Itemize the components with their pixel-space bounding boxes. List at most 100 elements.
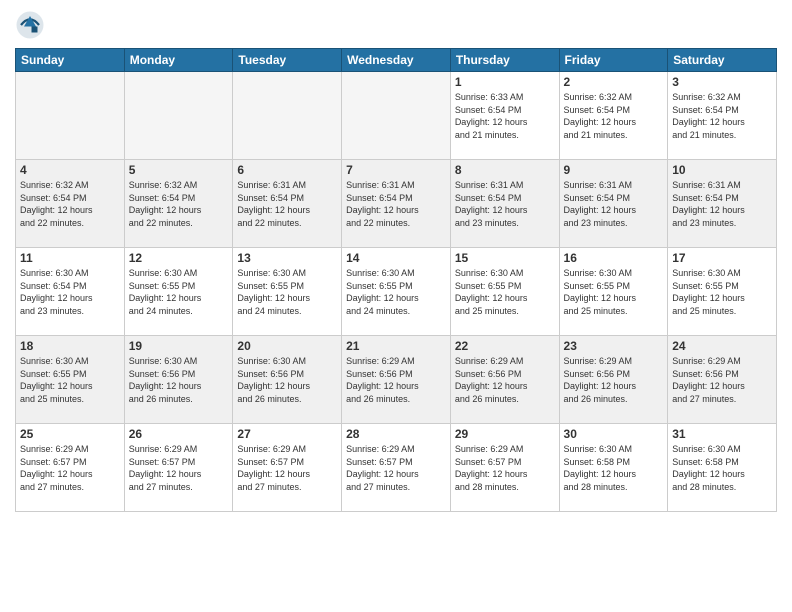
day-info: Sunrise: 6:30 AM Sunset: 6:55 PM Dayligh… xyxy=(237,267,337,317)
day-number: 22 xyxy=(455,339,555,353)
day-number: 5 xyxy=(129,163,229,177)
day-number: 10 xyxy=(672,163,772,177)
day-header-wednesday: Wednesday xyxy=(342,49,451,72)
day-info: Sunrise: 6:30 AM Sunset: 6:56 PM Dayligh… xyxy=(129,355,229,405)
day-info: Sunrise: 6:30 AM Sunset: 6:55 PM Dayligh… xyxy=(346,267,446,317)
calendar-week-row: 4 Sunrise: 6:32 AM Sunset: 6:54 PM Daylig… xyxy=(16,160,777,248)
day-number: 19 xyxy=(129,339,229,353)
day-header-tuesday: Tuesday xyxy=(233,49,342,72)
day-number: 3 xyxy=(672,75,772,89)
day-number: 21 xyxy=(346,339,446,353)
day-header-friday: Friday xyxy=(559,49,668,72)
day-info: Sunrise: 6:29 AM Sunset: 6:56 PM Dayligh… xyxy=(672,355,772,405)
day-info: Sunrise: 6:30 AM Sunset: 6:55 PM Dayligh… xyxy=(564,267,664,317)
day-info: Sunrise: 6:29 AM Sunset: 6:56 PM Dayligh… xyxy=(346,355,446,405)
calendar-day-cell: 23 Sunrise: 6:29 AM Sunset: 6:56 PM Dayli… xyxy=(559,336,668,424)
day-info: Sunrise: 6:30 AM Sunset: 6:55 PM Dayligh… xyxy=(129,267,229,317)
page-header xyxy=(15,10,777,40)
day-number: 8 xyxy=(455,163,555,177)
day-number: 7 xyxy=(346,163,446,177)
day-info: Sunrise: 6:30 AM Sunset: 6:55 PM Dayligh… xyxy=(672,267,772,317)
calendar-day-cell xyxy=(233,72,342,160)
calendar-week-row: 18 Sunrise: 6:30 AM Sunset: 6:55 PM Dayli… xyxy=(16,336,777,424)
calendar-day-cell: 18 Sunrise: 6:30 AM Sunset: 6:55 PM Dayli… xyxy=(16,336,125,424)
calendar-day-cell: 5 Sunrise: 6:32 AM Sunset: 6:54 PM Daylig… xyxy=(124,160,233,248)
calendar-day-cell: 21 Sunrise: 6:29 AM Sunset: 6:56 PM Dayli… xyxy=(342,336,451,424)
day-info: Sunrise: 6:31 AM Sunset: 6:54 PM Dayligh… xyxy=(455,179,555,229)
day-info: Sunrise: 6:31 AM Sunset: 6:54 PM Dayligh… xyxy=(237,179,337,229)
day-info: Sunrise: 6:30 AM Sunset: 6:58 PM Dayligh… xyxy=(672,443,772,493)
calendar-day-cell: 15Sunrise: 6:30 AM Sunset: 6:55 PM Dayli… xyxy=(450,248,559,336)
calendar-day-cell: 30 Sunrise: 6:30 AM Sunset: 6:58 PM Dayli… xyxy=(559,424,668,512)
day-info: Sunrise: 6:30 AM Sunset: 6:56 PM Dayligh… xyxy=(237,355,337,405)
calendar-day-cell: 11Sunrise: 6:30 AM Sunset: 6:54 PM Dayli… xyxy=(16,248,125,336)
day-number: 12 xyxy=(129,251,229,265)
day-header-sunday: Sunday xyxy=(16,49,125,72)
day-number: 6 xyxy=(237,163,337,177)
day-info: Sunrise: 6:29 AM Sunset: 6:57 PM Dayligh… xyxy=(237,443,337,493)
day-number: 27 xyxy=(237,427,337,441)
calendar-day-cell: 2Sunrise: 6:32 AM Sunset: 6:54 PM Daylig… xyxy=(559,72,668,160)
day-number: 16 xyxy=(564,251,664,265)
logo-icon xyxy=(15,10,45,40)
calendar-day-cell: 28 Sunrise: 6:29 AM Sunset: 6:57 PM Dayli… xyxy=(342,424,451,512)
calendar-week-row: 25 Sunrise: 6:29 AM Sunset: 6:57 PM Dayli… xyxy=(16,424,777,512)
calendar-day-cell: 13 Sunrise: 6:30 AM Sunset: 6:55 PM Dayli… xyxy=(233,248,342,336)
day-info: Sunrise: 6:32 AM Sunset: 6:54 PM Dayligh… xyxy=(672,91,772,141)
day-info: Sunrise: 6:29 AM Sunset: 6:56 PM Dayligh… xyxy=(564,355,664,405)
day-info: Sunrise: 6:30 AM Sunset: 6:55 PM Dayligh… xyxy=(455,267,555,317)
calendar-day-cell xyxy=(16,72,125,160)
calendar-table: SundayMondayTuesdayWednesdayThursdayFrid… xyxy=(15,48,777,512)
day-info: Sunrise: 6:32 AM Sunset: 6:54 PM Dayligh… xyxy=(129,179,229,229)
day-info: Sunrise: 6:31 AM Sunset: 6:54 PM Dayligh… xyxy=(346,179,446,229)
day-number: 30 xyxy=(564,427,664,441)
calendar-day-cell: 8 Sunrise: 6:31 AM Sunset: 6:54 PM Daylig… xyxy=(450,160,559,248)
day-number: 31 xyxy=(672,427,772,441)
calendar-day-cell: 3 Sunrise: 6:32 AM Sunset: 6:54 PM Daylig… xyxy=(668,72,777,160)
day-number: 13 xyxy=(237,251,337,265)
day-number: 17 xyxy=(672,251,772,265)
day-info: Sunrise: 6:32 AM Sunset: 6:54 PM Dayligh… xyxy=(20,179,120,229)
day-number: 18 xyxy=(20,339,120,353)
day-info: Sunrise: 6:30 AM Sunset: 6:55 PM Dayligh… xyxy=(20,355,120,405)
day-info: Sunrise: 6:33 AM Sunset: 6:54 PM Dayligh… xyxy=(455,91,555,141)
day-number: 4 xyxy=(20,163,120,177)
calendar-day-cell: 9Sunrise: 6:31 AM Sunset: 6:54 PM Daylig… xyxy=(559,160,668,248)
calendar-day-cell: 22 Sunrise: 6:29 AM Sunset: 6:56 PM Dayli… xyxy=(450,336,559,424)
calendar-day-cell: 6 Sunrise: 6:31 AM Sunset: 6:54 PM Daylig… xyxy=(233,160,342,248)
day-number: 25 xyxy=(20,427,120,441)
day-info: Sunrise: 6:30 AM Sunset: 6:58 PM Dayligh… xyxy=(564,443,664,493)
calendar-day-cell: 24 Sunrise: 6:29 AM Sunset: 6:56 PM Dayli… xyxy=(668,336,777,424)
calendar-day-cell: 4 Sunrise: 6:32 AM Sunset: 6:54 PM Daylig… xyxy=(16,160,125,248)
calendar-day-cell: 17 Sunrise: 6:30 AM Sunset: 6:55 PM Dayli… xyxy=(668,248,777,336)
day-info: Sunrise: 6:29 AM Sunset: 6:57 PM Dayligh… xyxy=(455,443,555,493)
calendar-day-cell: 7 Sunrise: 6:31 AM Sunset: 6:54 PM Daylig… xyxy=(342,160,451,248)
day-header-thursday: Thursday xyxy=(450,49,559,72)
calendar-day-cell: 19 Sunrise: 6:30 AM Sunset: 6:56 PM Dayli… xyxy=(124,336,233,424)
calendar-day-cell: 10 Sunrise: 6:31 AM Sunset: 6:54 PM Dayli… xyxy=(668,160,777,248)
calendar-day-cell: 25 Sunrise: 6:29 AM Sunset: 6:57 PM Dayli… xyxy=(16,424,125,512)
day-info: Sunrise: 6:31 AM Sunset: 6:54 PM Dayligh… xyxy=(564,179,664,229)
day-number: 28 xyxy=(346,427,446,441)
day-number: 11 xyxy=(20,251,120,265)
calendar-header-row: SundayMondayTuesdayWednesdayThursdayFrid… xyxy=(16,49,777,72)
day-header-saturday: Saturday xyxy=(668,49,777,72)
day-info: Sunrise: 6:29 AM Sunset: 6:56 PM Dayligh… xyxy=(455,355,555,405)
calendar-day-cell xyxy=(342,72,451,160)
day-number: 1 xyxy=(455,75,555,89)
calendar-day-cell: 14 Sunrise: 6:30 AM Sunset: 6:55 PM Dayli… xyxy=(342,248,451,336)
calendar-day-cell: 26Sunrise: 6:29 AM Sunset: 6:57 PM Dayli… xyxy=(124,424,233,512)
calendar-day-cell: 12 Sunrise: 6:30 AM Sunset: 6:55 PM Dayli… xyxy=(124,248,233,336)
calendar-day-cell xyxy=(124,72,233,160)
day-number: 23 xyxy=(564,339,664,353)
day-number: 24 xyxy=(672,339,772,353)
day-number: 20 xyxy=(237,339,337,353)
day-number: 14 xyxy=(346,251,446,265)
day-info: Sunrise: 6:29 AM Sunset: 6:57 PM Dayligh… xyxy=(20,443,120,493)
calendar-day-cell: 16 Sunrise: 6:30 AM Sunset: 6:55 PM Dayli… xyxy=(559,248,668,336)
day-info: Sunrise: 6:31 AM Sunset: 6:54 PM Dayligh… xyxy=(672,179,772,229)
calendar-week-row: 1 Sunrise: 6:33 AM Sunset: 6:54 PM Daylig… xyxy=(16,72,777,160)
day-info: Sunrise: 6:29 AM Sunset: 6:57 PM Dayligh… xyxy=(346,443,446,493)
calendar-day-cell: 29Sunrise: 6:29 AM Sunset: 6:57 PM Dayli… xyxy=(450,424,559,512)
day-number: 2 xyxy=(564,75,664,89)
